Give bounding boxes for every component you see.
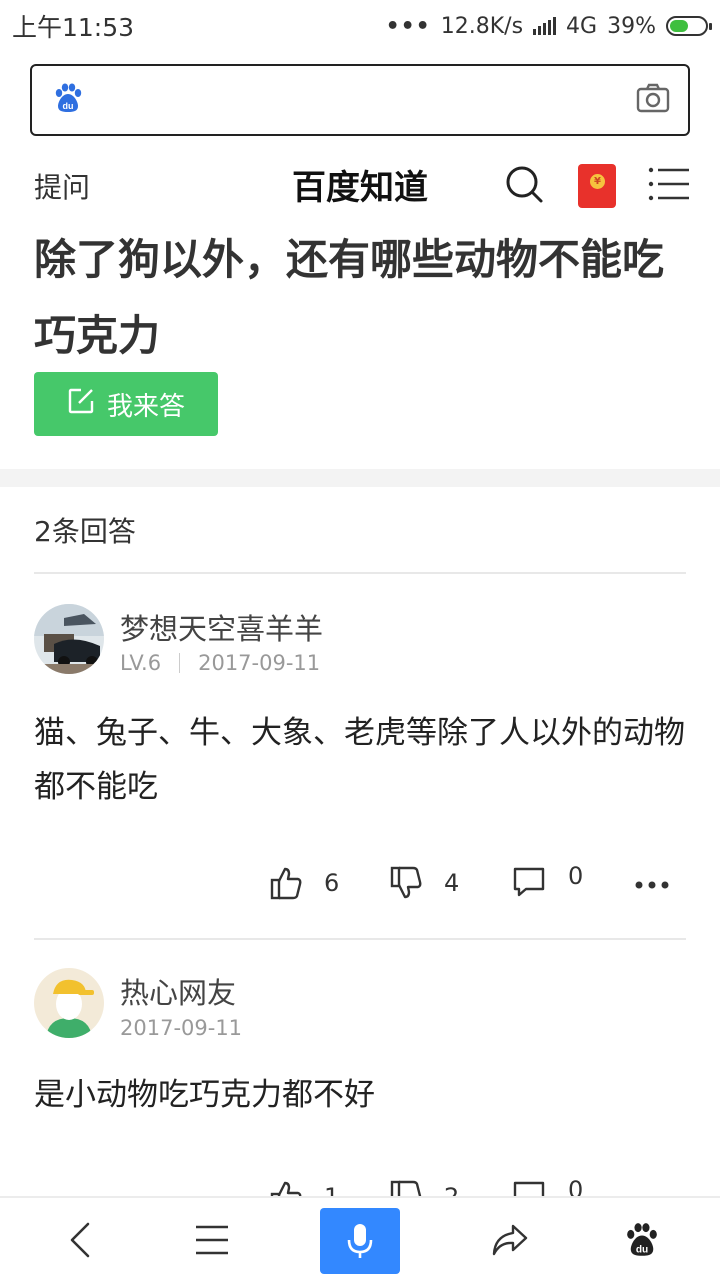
answer-button-label: 我来答 bbox=[106, 391, 185, 422]
search-icon[interactable] bbox=[504, 164, 544, 208]
like-button[interactable]: 6 bbox=[270, 866, 339, 900]
menu-icon[interactable] bbox=[648, 166, 690, 206]
dislike-count: 4 bbox=[444, 869, 460, 897]
status-time: 上午11:53 bbox=[12, 13, 135, 42]
user-level: LV.6 bbox=[120, 651, 162, 675]
answer-count: 2条回答 bbox=[34, 515, 136, 548]
top-nav: 提问 百度知道 ¥ bbox=[0, 150, 720, 220]
red-packet-seal: ¥ bbox=[590, 174, 605, 189]
answer-text: 是小动物吃巧克力都不好 bbox=[34, 1077, 375, 1113]
divider bbox=[34, 572, 686, 574]
back-arrow-icon bbox=[70, 1222, 90, 1258]
section-divider bbox=[0, 469, 720, 487]
camera-icon[interactable] bbox=[636, 83, 670, 117]
dislike-button[interactable]: 4 bbox=[390, 866, 459, 900]
red-packet-icon[interactable]: ¥ bbox=[578, 164, 616, 208]
like-count: 6 bbox=[324, 869, 340, 897]
status-indicators: ••• 12.8K/s 4G 39% bbox=[385, 13, 712, 39]
network-type: 4G bbox=[566, 13, 598, 39]
username[interactable]: 热心网友 bbox=[120, 970, 236, 1012]
answer-date: 2017-09-11 bbox=[198, 651, 321, 675]
signal-icon bbox=[533, 17, 557, 35]
share-button[interactable] bbox=[470, 1198, 550, 1280]
status-bar: 上午11:53 ••• 12.8K/s 4G 39% bbox=[0, 0, 720, 52]
baidu-paw-icon: du bbox=[52, 82, 84, 118]
answer-meta: LV.6 2017-09-11 bbox=[120, 651, 320, 675]
divider bbox=[34, 938, 686, 940]
ask-link[interactable]: 提问 bbox=[34, 166, 90, 206]
question-title: 除了狗以外，还有哪些动物不能吃巧克力 bbox=[34, 235, 665, 360]
comment-count: 0 bbox=[568, 862, 584, 890]
comment-icon bbox=[513, 867, 545, 897]
svg-text:du: du bbox=[636, 1244, 648, 1255]
more-button[interactable] bbox=[634, 880, 670, 890]
avatar[interactable] bbox=[34, 968, 104, 1038]
baidu-paw-icon: du bbox=[627, 1223, 657, 1256]
answer-meta: 2017-09-11 bbox=[120, 1016, 242, 1040]
username[interactable]: 梦想天空喜羊羊 bbox=[120, 606, 323, 648]
baidu-home-button[interactable]: du bbox=[602, 1198, 682, 1280]
more-notifications-icon: ••• bbox=[385, 13, 431, 39]
edit-icon bbox=[67, 387, 95, 422]
battery-percent: 39% bbox=[607, 13, 656, 39]
search-box[interactable]: du bbox=[30, 64, 690, 136]
thumbs-up-icon bbox=[270, 867, 302, 900]
answer-text: 猫、兔子、牛、大象、老虎等除了人以外的动物都不能吃 bbox=[34, 715, 685, 805]
answer-button[interactable]: 我来答 bbox=[34, 372, 218, 436]
avatar[interactable] bbox=[34, 604, 104, 674]
svg-text:du: du bbox=[63, 101, 74, 111]
thumbs-down-icon bbox=[390, 866, 422, 899]
hamburger-icon bbox=[196, 1225, 228, 1255]
search-input[interactable] bbox=[98, 75, 622, 125]
voice-search-button[interactable] bbox=[320, 1208, 400, 1274]
answer-date: 2017-09-11 bbox=[120, 1016, 243, 1040]
more-icon bbox=[635, 881, 669, 889]
bottom-toolbar: du bbox=[0, 1196, 720, 1280]
back-button[interactable] bbox=[40, 1198, 120, 1280]
network-speed: 12.8K/s bbox=[440, 13, 524, 39]
answer-actions: 6 4 0 bbox=[0, 862, 720, 916]
battery-icon bbox=[666, 16, 712, 36]
microphone-icon bbox=[347, 1224, 373, 1258]
share-icon bbox=[492, 1224, 528, 1256]
menu-button[interactable] bbox=[172, 1198, 252, 1280]
comment-button[interactable]: 0 bbox=[512, 862, 583, 898]
